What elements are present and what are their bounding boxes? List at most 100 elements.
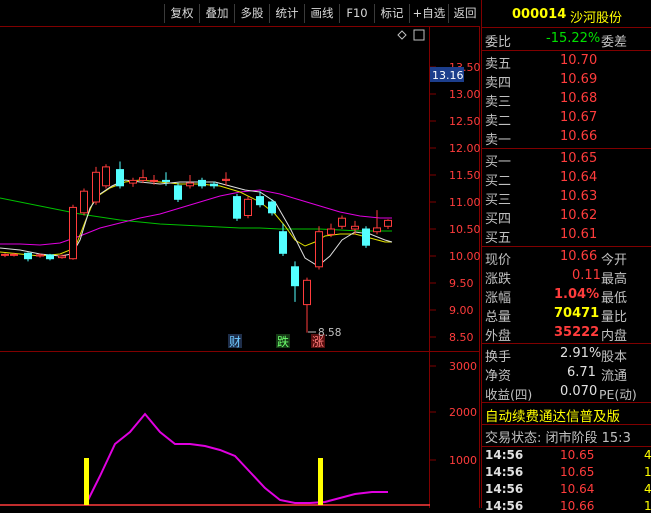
bid-price[interactable]: 10.65 xyxy=(560,151,597,166)
low-price-label: 8.58 xyxy=(318,327,341,339)
trade-status: 交易状态: 闭市阶段 15:3 xyxy=(485,431,631,446)
diamond-icon[interactable] xyxy=(397,30,407,40)
candle-body[interactable] xyxy=(150,179,158,182)
bid-label: 买一 xyxy=(485,155,512,170)
candle-body[interactable] xyxy=(116,169,124,187)
candle-body[interactable] xyxy=(244,198,252,217)
candle-body[interactable] xyxy=(102,166,110,187)
tick-price: 10.65 xyxy=(560,448,595,462)
quote-label2: 最高 xyxy=(601,272,628,287)
candle-body[interactable] xyxy=(338,217,346,227)
price-tick: 11.00 xyxy=(449,196,480,209)
indicator-magenta-line xyxy=(85,412,388,505)
quote-value: 35222 xyxy=(554,325,600,340)
tick-volume: 4 xyxy=(644,482,651,496)
candle-body[interactable] xyxy=(210,183,218,187)
bid-label: 买二 xyxy=(485,174,512,189)
candle-body[interactable] xyxy=(303,279,311,306)
bid-label: 买四 xyxy=(485,212,512,227)
fund-value: 6.71 xyxy=(567,365,596,380)
ask-label: 卖三 xyxy=(485,95,512,110)
candle-body[interactable] xyxy=(186,182,194,187)
toolbar-button-diejia[interactable]: 叠加 xyxy=(199,4,234,23)
candle-body[interactable] xyxy=(279,231,287,254)
ma-white-line xyxy=(0,179,393,267)
quote-label: 总量 xyxy=(485,310,512,325)
candle-body[interactable] xyxy=(1,253,9,256)
candle-body[interactable] xyxy=(24,252,32,260)
cai-marker-text: 财 xyxy=(229,335,241,349)
ask-price[interactable]: 10.68 xyxy=(560,91,597,106)
stock-name: 沙河股份 xyxy=(570,11,623,26)
quote-label: 涨跌 xyxy=(485,272,512,287)
candle-body[interactable] xyxy=(162,179,170,182)
candle-body[interactable] xyxy=(327,228,335,235)
quote-value: 1.04% xyxy=(554,287,600,302)
indicator-signal-bar xyxy=(84,458,89,505)
fund-label2: 股本 xyxy=(601,350,628,365)
fund-label2: PE(动) xyxy=(599,387,637,402)
candle-body[interactable] xyxy=(129,179,137,184)
toolbar-button-tongji[interactable]: 统计 xyxy=(269,4,304,23)
toolbar-button-huaxian[interactable]: 画线 xyxy=(304,4,339,23)
candle-body[interactable] xyxy=(384,219,392,227)
candle-body[interactable] xyxy=(256,196,264,206)
candle-body[interactable] xyxy=(315,231,323,268)
candle-body[interactable] xyxy=(362,228,370,246)
price-tick: 12.50 xyxy=(449,115,480,128)
ma-yellow-line xyxy=(0,179,392,257)
ask-price[interactable]: 10.66 xyxy=(560,129,597,144)
tick-volume: 1 xyxy=(644,465,651,479)
ask-price[interactable]: 10.69 xyxy=(560,72,597,87)
price-tick: 8.50 xyxy=(449,331,474,344)
volume-tick: 1000 xyxy=(449,454,477,467)
weibi-label: 委比 xyxy=(485,35,512,50)
candle-body[interactable] xyxy=(233,196,241,219)
candle-body[interactable] xyxy=(69,206,77,260)
promo-banner[interactable]: 自动续费通达信普及版 xyxy=(485,405,620,425)
candle-body[interactable] xyxy=(373,227,381,233)
quote-label2: 量比 xyxy=(601,310,628,325)
cursor-price: 13.16 xyxy=(432,69,464,82)
toolbar-button-duogu[interactable]: 多股 xyxy=(234,4,269,23)
volume-tick: 2000 xyxy=(449,406,477,419)
window-icon[interactable] xyxy=(413,29,425,41)
tick-price: 10.65 xyxy=(560,465,595,479)
tick-price: 10.66 xyxy=(560,499,595,513)
candle-body[interactable] xyxy=(58,255,66,259)
bid-price[interactable]: 10.62 xyxy=(560,208,597,223)
tick-volume: 4 xyxy=(644,448,651,462)
price-tick: 10.50 xyxy=(449,223,480,236)
candle-body[interactable] xyxy=(222,178,230,181)
quote-value: 0.11 xyxy=(572,268,601,283)
toolbar-button-f10[interactable]: F10 xyxy=(339,4,374,23)
bid-price[interactable]: 10.61 xyxy=(560,227,597,242)
candlestick-series xyxy=(1,161,392,333)
bid-price[interactable]: 10.64 xyxy=(560,170,597,185)
ask-label: 卖一 xyxy=(485,133,512,148)
price-tick: 9.50 xyxy=(449,277,474,290)
price-tick: 12.00 xyxy=(449,142,480,155)
volume-tick: 3000 xyxy=(449,360,477,373)
candle-body[interactable] xyxy=(268,201,276,214)
candle-body[interactable] xyxy=(351,225,359,230)
toolbar-button-zixuan[interactable]: +自选 xyxy=(409,4,448,23)
candle-body[interactable] xyxy=(198,179,206,187)
toolbar-button-biaoji[interactable]: 标记 xyxy=(374,4,409,23)
candle-body[interactable] xyxy=(36,254,44,257)
candle-body[interactable] xyxy=(80,190,88,214)
die-marker-text: 跌 xyxy=(277,334,289,349)
toolbar-button-fuquan[interactable]: 复权 xyxy=(164,4,199,23)
candle-body[interactable] xyxy=(139,177,147,181)
candle-body[interactable] xyxy=(46,254,54,260)
candlestick-chart[interactable]: 13.50 13.00 12.50 12.00 11.50 11.00 10.5… xyxy=(0,26,480,508)
candle-body[interactable] xyxy=(291,266,299,287)
candle-body[interactable] xyxy=(10,253,18,256)
candle-body[interactable] xyxy=(174,185,182,200)
bid-price[interactable]: 10.63 xyxy=(560,189,597,204)
quote-value: 70471 xyxy=(554,306,600,321)
candle-body[interactable] xyxy=(92,171,100,203)
toolbar-button-fanhui[interactable]: 返回 xyxy=(448,4,481,23)
ask-price[interactable]: 10.70 xyxy=(560,53,597,68)
ask-price[interactable]: 10.67 xyxy=(560,110,597,125)
